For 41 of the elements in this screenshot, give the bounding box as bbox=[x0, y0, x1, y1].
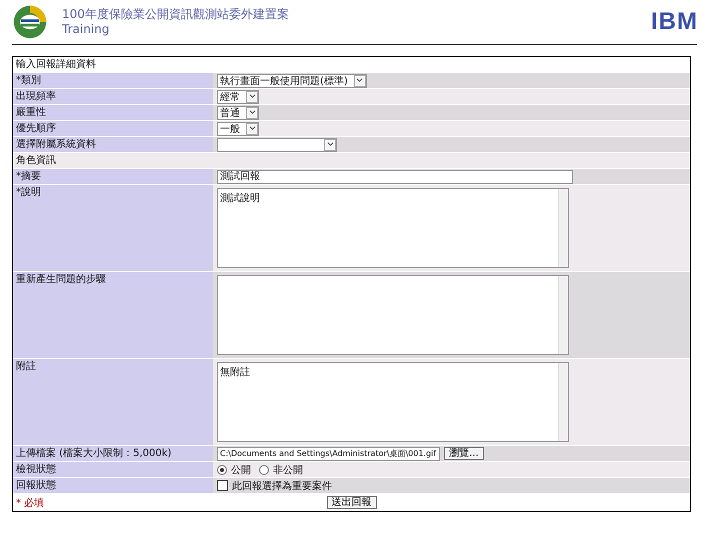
field-label: 檢視狀態 bbox=[13, 462, 213, 477]
checkbox-label: 此回報選擇為重要案件 bbox=[232, 480, 332, 492]
field-label: 附註 bbox=[13, 359, 213, 445]
browse-button[interactable]: 瀏覽... bbox=[444, 447, 484, 460]
text-area[interactable]: 無附註 bbox=[217, 362, 569, 442]
field-label: 嚴重性 bbox=[13, 105, 213, 120]
dropdown[interactable]: 普通 bbox=[217, 106, 259, 120]
dropdown[interactable]: 經常 bbox=[217, 90, 259, 104]
field-label: 出現頻率 bbox=[13, 89, 213, 104]
form-title: 輸入回報詳細資料 bbox=[15, 58, 97, 72]
dropdown[interactable] bbox=[217, 138, 337, 152]
checkbox[interactable] bbox=[217, 480, 228, 491]
logo-icon bbox=[12, 4, 48, 40]
caret-icon bbox=[324, 138, 336, 150]
scrollbar[interactable] bbox=[558, 189, 568, 267]
text-area[interactable] bbox=[217, 275, 569, 355]
submit-button[interactable]: 送出回報 bbox=[326, 496, 376, 509]
field-label: 選擇附屬系統資料 bbox=[13, 137, 213, 152]
scrollbar[interactable] bbox=[558, 276, 568, 354]
slide-title: 100年度保險業公開資訊觀測站委外建置案 bbox=[62, 7, 290, 22]
radio-button[interactable] bbox=[259, 464, 269, 474]
required-note: * 必填 bbox=[16, 496, 44, 510]
field-label: 回報狀態 bbox=[13, 478, 213, 493]
dropdown[interactable]: 執行畫面一般使用問題(標準) bbox=[217, 74, 367, 88]
file-path-field[interactable]: C:\Documents and Settings\Administrator\桌面\001.gif bbox=[217, 446, 440, 460]
field-label: *類別 bbox=[13, 73, 213, 88]
option-label: 非公開 bbox=[273, 464, 303, 476]
section-heading: 角色資訊 bbox=[13, 152, 690, 168]
text-area[interactable]: 測試說明 bbox=[217, 188, 569, 268]
option-label: 公開 bbox=[231, 464, 251, 476]
slide-subtitle: Training bbox=[62, 22, 110, 37]
dropdown[interactable]: 一般 bbox=[217, 122, 259, 136]
field-label: 重新產生問題的步驟 bbox=[13, 272, 213, 358]
field-label: *說明 bbox=[13, 185, 213, 271]
field-label: 上傳檔案 (檔案大小限制：5,000k) bbox=[13, 446, 213, 461]
radio-button[interactable] bbox=[217, 464, 227, 474]
brand-logo: IBM bbox=[651, 8, 698, 36]
scrollbar[interactable] bbox=[558, 363, 568, 441]
field-label: *摘要 bbox=[13, 169, 213, 184]
input-field[interactable]: 測試回報 bbox=[217, 170, 573, 184]
field-label: 優先順序 bbox=[13, 121, 213, 136]
